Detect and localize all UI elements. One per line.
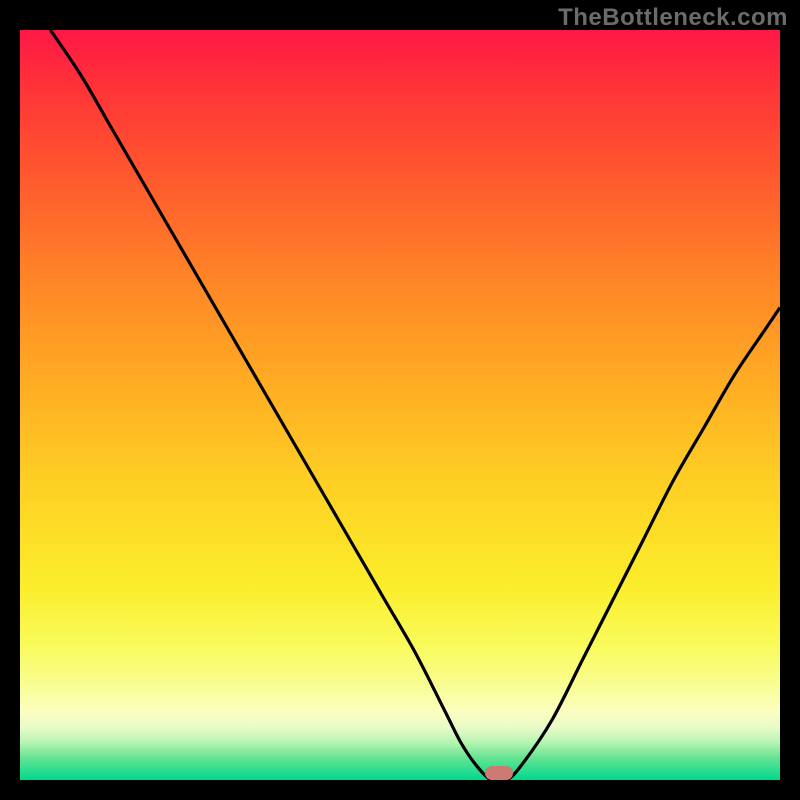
curve-path <box>50 30 780 780</box>
attribution-text: TheBottleneck.com <box>558 4 788 32</box>
bottleneck-curve <box>20 30 780 780</box>
bottleneck-chart <box>20 30 780 780</box>
optimal-point-marker <box>485 766 513 780</box>
